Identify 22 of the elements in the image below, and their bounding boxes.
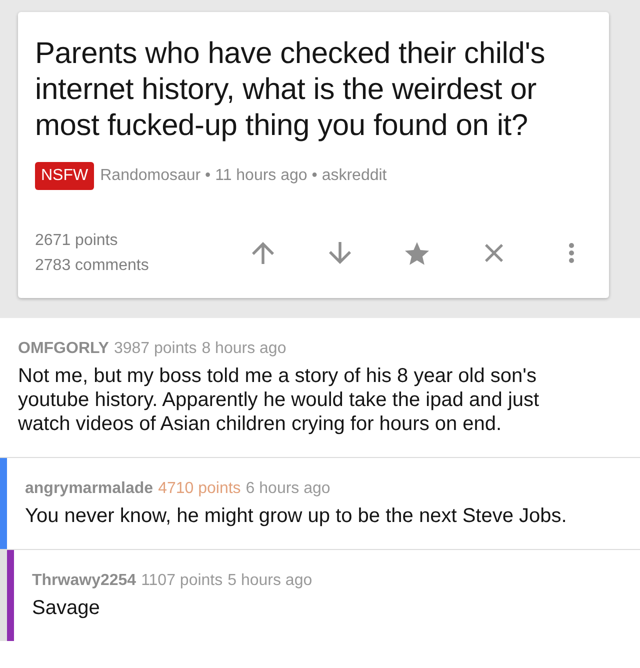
post-score: 2671 points xyxy=(35,231,118,251)
comment-time: 6 hours ago xyxy=(246,479,330,499)
post-title: Parents who have checked their child's internet history, what is the weirdest or most fucked-up thing you found on it? xyxy=(35,36,546,144)
comment-score: 3987 points xyxy=(114,339,197,359)
comment-score: 4710 points xyxy=(158,479,241,499)
close-icon[interactable] xyxy=(485,244,503,262)
comment-author: angrymarmalade xyxy=(25,479,154,499)
comment-body: Not me, but my boss told me a story of his 8 year old son's youtube history. Apparently he would take the ipad and just watch videos of Asian children crying for hours on end. xyxy=(18,364,540,436)
comment-time: 8 hours ago xyxy=(202,339,286,359)
comment-author: Thrwawy2254 xyxy=(32,571,136,591)
comment-author: OMFGORLY xyxy=(18,339,109,359)
nsfw-tag: NSFW xyxy=(35,162,94,190)
comment-body: Savage xyxy=(32,596,101,620)
comment-body: You never know, he might grow up to be the next Steve Jobs. xyxy=(25,504,568,528)
comment-count: 2783 comments xyxy=(35,256,149,276)
up-arrow-icon[interactable] xyxy=(252,242,274,264)
more-icon[interactable] xyxy=(568,243,574,263)
star-icon[interactable] xyxy=(405,242,429,264)
down-arrow-icon[interactable] xyxy=(329,242,351,264)
comment-time: 5 hours ago xyxy=(228,571,312,591)
comment-score: 1107 points xyxy=(141,571,223,591)
post-meta: Randomosaur • 11 hours ago • askreddit xyxy=(100,166,387,186)
